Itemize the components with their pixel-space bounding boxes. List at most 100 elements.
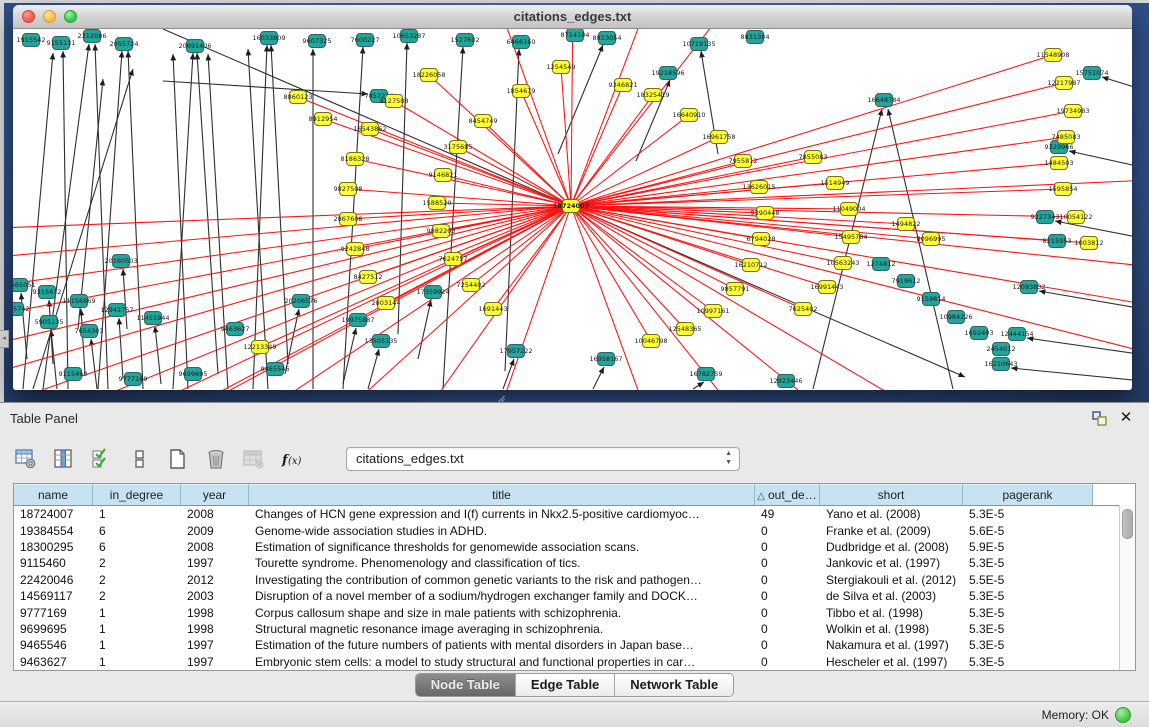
table-cell[interactable]: Estimation of significance thresholds fo… (249, 540, 755, 554)
table-cell[interactable]: 5.3E-5 (963, 589, 1093, 603)
table-cell[interactable]: 0 (755, 524, 820, 538)
table-cell[interactable]: 0 (755, 622, 820, 636)
graph-node[interactable]: 11451944 (136, 312, 169, 325)
graph-node[interactable]: 8454749 (469, 115, 498, 128)
graph-node[interactable]: 8427512 (354, 271, 383, 284)
table-cell[interactable]: 22420046 (14, 573, 93, 587)
column-header-in_degree[interactable]: in_degree (93, 484, 181, 505)
table-cell[interactable]: Disruption of a novel member of a sodium… (249, 589, 755, 603)
table-cell[interactable]: 5.3E-5 (963, 556, 1093, 570)
table-cell[interactable]: 1997 (181, 638, 249, 652)
graph-node[interactable]: 7855083 (799, 151, 828, 164)
graph-node[interactable]: 9390448 (751, 207, 780, 220)
graph-node[interactable]: 9857791 (721, 283, 750, 296)
column-header-short[interactable]: short (820, 484, 963, 505)
table-cell[interactable]: 2009 (181, 524, 249, 538)
graph-node[interactable]: 12217987 (1047, 77, 1080, 90)
graph-node[interactable]: 1691443 (479, 303, 508, 316)
table-cell[interactable]: Investigating the contribution of common… (249, 573, 755, 587)
graph-node[interactable]: 7600227 (351, 34, 380, 47)
graph-node[interactable]: 15495784 (834, 231, 867, 244)
graph-node[interactable]: 1274812 (867, 258, 896, 271)
table-cell[interactable]: 5.3E-5 (963, 655, 1093, 669)
table-row[interactable]: 2242004622012Investigating the contribut… (14, 572, 1135, 588)
table-cell[interactable]: 5.3E-5 (963, 622, 1093, 636)
select-all-button[interactable] (90, 447, 114, 471)
table-cell[interactable]: 1 (93, 606, 181, 620)
table-row[interactable]: 946554611997Estimation of the future num… (14, 637, 1135, 653)
table-cell[interactable]: 5.5E-5 (963, 573, 1093, 587)
table-row[interactable]: 969969511998Structural magnetic resonanc… (14, 621, 1135, 637)
graph-node[interactable]: 13626015 (742, 181, 775, 194)
table-cell[interactable]: Stergiakouli et al. (2012) (820, 573, 963, 587)
graph-node[interactable]: 9827508 (334, 183, 363, 196)
column-header-out_de[interactable]: △out_de… (755, 484, 820, 505)
table-cell[interactable]: Franke et al. (2009) (820, 524, 963, 538)
graph-node[interactable]: 17359924 (416, 286, 449, 299)
table-row[interactable]: 1456911722003Disruption of a novel membe… (14, 588, 1135, 604)
graph-node[interactable]: 11548908 (1036, 49, 1069, 62)
new-file-button[interactable] (166, 447, 190, 471)
graph-node[interactable]: 3175685 (444, 141, 473, 154)
table-cell[interactable]: 0 (755, 638, 820, 652)
table-cell[interactable]: 0 (755, 655, 820, 669)
column-header-pagerank[interactable]: pagerank (963, 484, 1093, 505)
tab-network-table[interactable]: Network Table (614, 674, 733, 696)
graph-node[interactable]: 10984226 (939, 311, 972, 324)
graph-node[interactable]: 16961758 (702, 131, 735, 144)
graph-node[interactable]: 10719135 (682, 38, 715, 51)
graph-node[interactable]: 9155131 (47, 37, 76, 50)
table-cell[interactable]: Estimation of the future numbers of pati… (249, 638, 755, 652)
memory-status-indicator[interactable] (1115, 707, 1131, 723)
close-panel-icon[interactable]: ✕ (1117, 409, 1135, 427)
table-cell[interactable]: Embryonic stem cells: a model to study s… (249, 655, 755, 669)
table-cell[interactable]: Structural magnetic resonance image aver… (249, 622, 755, 636)
column-header-year[interactable]: year (181, 484, 249, 505)
table-cell[interactable]: 14569117 (14, 589, 93, 603)
graph-node[interactable]: 10046798 (634, 335, 667, 348)
scrollbar-thumb[interactable] (1122, 509, 1133, 539)
graph-node[interactable]: 9346821 (609, 79, 638, 92)
table-cell[interactable]: 49 (755, 507, 820, 521)
graph-node[interactable]: 8714104 (561, 29, 590, 42)
graph-node[interactable]: 10997161 (696, 305, 729, 318)
graph-node[interactable]: 16782759 (689, 368, 722, 381)
table-cell[interactable]: 0 (755, 573, 820, 587)
table-cell[interactable]: 6 (93, 540, 181, 554)
graph-node[interactable]: 16033809 (252, 32, 285, 45)
graph-node[interactable]: 8831304 (741, 31, 770, 44)
graph-node[interactable]: 9315612 (33, 286, 62, 299)
graph-node[interactable]: 11049004 (832, 203, 865, 216)
table-cell[interactable]: 0 (755, 606, 820, 620)
import-table-button[interactable] (242, 447, 266, 471)
graph-node[interactable]: 9882203 (427, 225, 456, 238)
graph-node[interactable]: 17957222 (499, 345, 532, 358)
table-cell[interactable]: 5.3E-5 (963, 606, 1093, 620)
table-selector-dropdown[interactable]: citations_edges.txt ▲▼ (346, 447, 740, 471)
graph-node[interactable]: 16640910 (672, 109, 705, 122)
graph-node[interactable]: 13505135 (364, 335, 397, 348)
panel-collapse-handle[interactable]: ◂ (0, 330, 9, 348)
graph-node[interactable]: 7254402 (457, 279, 486, 292)
graph-node[interactable]: 16210712 (734, 259, 767, 272)
graph-node[interactable]: 19218596 (651, 67, 684, 80)
table-cell[interactable]: 6 (93, 524, 181, 538)
table-cell[interactable]: 5.6E-5 (963, 524, 1093, 538)
graph-node[interactable]: 1588520 (423, 197, 452, 210)
table-cell[interactable]: 2008 (181, 540, 249, 554)
graph-node[interactable]: 2803144 (372, 297, 401, 310)
table-mode-button[interactable] (14, 447, 38, 471)
table-cell[interactable]: 2012 (181, 573, 249, 587)
table-row[interactable]: 1938455462009Genome-wide association stu… (14, 522, 1135, 538)
graph-node[interactable]: 9115460 (59, 368, 88, 381)
table-cell[interactable]: 2003 (181, 589, 249, 603)
graph-node[interactable]: 7919612 (892, 275, 921, 288)
graph-node[interactable]: 10563243 (826, 257, 859, 270)
graph-node[interactable]: 2055724 (110, 38, 139, 51)
graph-node[interactable]: 19734983 (1056, 105, 1089, 118)
table-cell[interactable]: 9777169 (14, 606, 93, 620)
table-cell[interactable]: 2 (93, 556, 181, 570)
graph-node[interactable]: 1254549 (547, 61, 576, 74)
float-panel-icon[interactable] (1091, 410, 1109, 428)
table-cell[interactable]: Changes of HCN gene expression and I(f) … (249, 507, 755, 521)
